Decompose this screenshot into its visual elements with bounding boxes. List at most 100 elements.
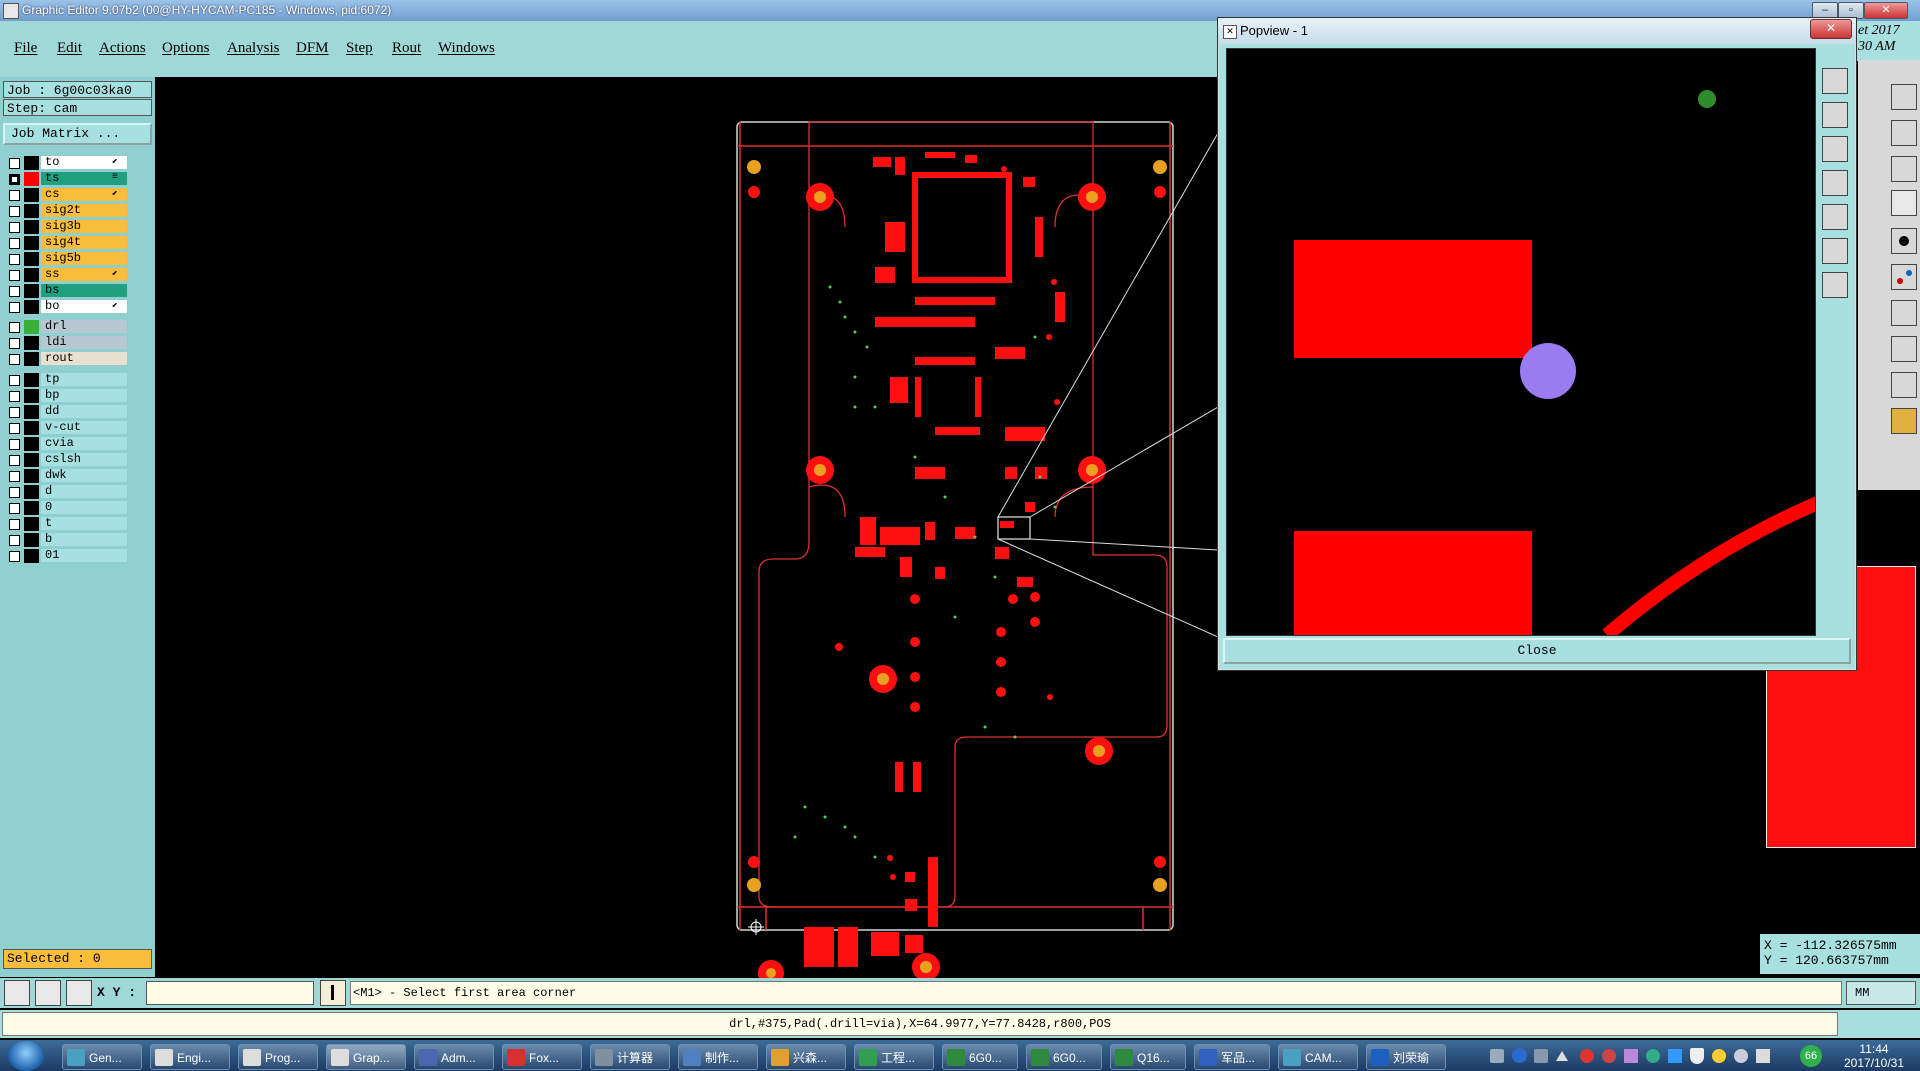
tool-connect-icon[interactable] <box>1891 264 1917 290</box>
menu-file[interactable]: File <box>14 40 37 57</box>
tray-settings-icon[interactable] <box>1534 1049 1548 1063</box>
layer-row[interactable]: d <box>6 485 127 499</box>
taskbar-item[interactable]: 6G0... <box>1026 1044 1102 1070</box>
tool-route-icon[interactable] <box>1891 300 1917 326</box>
layer-checkbox[interactable] <box>9 487 20 498</box>
taskbar-item[interactable]: 制作... <box>678 1044 758 1070</box>
layer-row[interactable]: bs <box>6 284 127 298</box>
menu-dfm[interactable]: DFM <box>296 40 329 57</box>
pv-tool-fit-icon[interactable] <box>1822 68 1848 94</box>
taskbar-item[interactable]: Q16... <box>1110 1044 1186 1070</box>
pv-tool-zoom-in-icon[interactable] <box>1822 102 1848 128</box>
layer-row[interactable]: b <box>6 533 127 547</box>
xy-input[interactable] <box>146 981 314 1005</box>
pv-tool-home-icon[interactable] <box>1822 238 1848 264</box>
layer-row[interactable]: sig3b <box>6 220 127 234</box>
layer-row[interactable]: 01 <box>6 549 127 563</box>
taskbar-item[interactable]: Prog... <box>238 1044 318 1070</box>
tray-volume-icon[interactable] <box>1756 1049 1770 1063</box>
layer-checkbox[interactable] <box>9 551 20 562</box>
layer-checkbox[interactable] <box>9 158 20 169</box>
tray-expand-icon[interactable] <box>1556 1049 1568 1061</box>
layer-row[interactable]: bo ⬋ <box>6 300 127 314</box>
layer-row[interactable]: v-cut <box>6 421 127 435</box>
layer-row[interactable]: drl <box>6 320 127 334</box>
layer-checkbox[interactable] <box>9 286 20 297</box>
status-tool-select-icon[interactable] <box>4 980 30 1006</box>
close-button[interactable]: ✕ <box>1864 2 1908 19</box>
layer-checkbox[interactable] <box>9 206 20 217</box>
layer-checkbox[interactable] <box>9 270 20 281</box>
taskbar-item[interactable]: 计算器 <box>590 1044 670 1070</box>
status-tool-snap-icon[interactable] <box>35 980 61 1006</box>
taskbar-item[interactable]: 兴森... <box>766 1044 846 1070</box>
layer-checkbox[interactable] <box>9 238 20 249</box>
layer-checkbox[interactable] <box>9 322 20 333</box>
job-matrix-button[interactable]: Job Matrix ... <box>3 123 152 145</box>
menu-analysis[interactable]: Analysis <box>227 40 280 57</box>
popview-close-icon[interactable]: ✕ <box>1810 19 1852 39</box>
layer-checkbox[interactable] <box>9 439 20 450</box>
tool-align-icon[interactable] <box>1891 120 1917 146</box>
taskbar-item[interactable]: Gen... <box>62 1044 142 1070</box>
menu-windows[interactable]: Windows <box>438 40 495 57</box>
tray-app5-icon[interactable] <box>1668 1049 1682 1063</box>
start-button[interactable] <box>8 1041 44 1071</box>
taskbar-item[interactable]: Adm... <box>414 1044 494 1070</box>
layer-row[interactable]: t <box>6 517 127 531</box>
taskbar-item[interactable]: 刘荣瑜 <box>1366 1044 1446 1070</box>
taskbar-item[interactable]: Engi... <box>150 1044 230 1070</box>
layer-row[interactable]: ts ≡ <box>6 172 127 186</box>
layer-row[interactable]: cs ⬋ <box>6 188 127 202</box>
menu-options[interactable]: Options <box>162 40 210 57</box>
tray-app2-icon[interactable] <box>1602 1049 1616 1063</box>
layer-row[interactable]: ss ⬋ <box>6 268 127 282</box>
taskbar-clock[interactable]: 11:44 2017/10/31 <box>1834 1042 1914 1070</box>
layer-row[interactable]: dd <box>6 405 127 419</box>
layer-row[interactable]: tp <box>6 373 127 387</box>
tray-app1-icon[interactable] <box>1580 1049 1594 1063</box>
tray-app4-icon[interactable] <box>1646 1049 1660 1063</box>
tool-help-icon[interactable] <box>1891 156 1917 182</box>
layer-checkbox[interactable] <box>9 423 20 434</box>
taskbar-item[interactable]: Fox... <box>502 1044 582 1070</box>
layer-row[interactable]: ldi <box>6 336 127 350</box>
tray-badge[interactable]: 66 <box>1800 1045 1822 1067</box>
layer-row[interactable]: sig5b <box>6 252 127 266</box>
tray-network-icon[interactable] <box>1734 1049 1748 1063</box>
menu-actions[interactable]: Actions <box>99 40 146 57</box>
layer-row[interactable]: to ⬋ <box>6 156 127 170</box>
taskbar-item[interactable]: Grap... <box>326 1044 406 1070</box>
layer-checkbox[interactable] <box>9 254 20 265</box>
layer-row[interactable]: cvia <box>6 437 127 451</box>
tool-layout-icon[interactable] <box>1891 84 1917 110</box>
layer-checkbox[interactable] <box>9 302 20 313</box>
graphics-canvas[interactable] <box>155 77 1218 978</box>
layer-checkbox[interactable] <box>9 535 20 546</box>
taskbar-item[interactable]: 工程... <box>854 1044 934 1070</box>
layer-checkbox[interactable] <box>9 407 20 418</box>
tool-arc-icon[interactable] <box>1891 372 1917 398</box>
layer-checkbox[interactable] <box>9 190 20 201</box>
layer-row[interactable]: dwk <box>6 469 127 483</box>
layer-row[interactable]: cslsh <box>6 453 127 467</box>
layer-checkbox[interactable] <box>9 338 20 349</box>
menu-rout[interactable]: Rout <box>392 40 421 57</box>
status-tool-grid-icon[interactable] <box>66 980 92 1006</box>
layer-checkbox[interactable] <box>9 222 20 233</box>
pv-tool-zoom-out-icon[interactable] <box>1822 136 1848 162</box>
tray-app3-icon[interactable] <box>1624 1049 1638 1063</box>
units-button[interactable]: MM <box>1846 981 1916 1005</box>
menu-edit[interactable]: Edit <box>57 40 82 57</box>
popview-window[interactable]: ✕ Popview - 1 ✕ Close <box>1217 17 1857 671</box>
popview-close-button[interactable]: Close <box>1223 638 1851 664</box>
layer-row[interactable]: sig2t <box>6 204 127 218</box>
pv-tool-pan-icon[interactable] <box>1822 170 1848 196</box>
layer-row[interactable]: sig4t <box>6 236 127 250</box>
tray-shield-icon[interactable] <box>1690 1048 1704 1064</box>
taskbar-item[interactable]: 6G0... <box>942 1044 1018 1070</box>
tray-app6-icon[interactable] <box>1712 1049 1726 1063</box>
layer-row[interactable]: 0 <box>6 501 127 515</box>
layer-checkbox[interactable] <box>9 455 20 466</box>
tool-pointer-icon[interactable] <box>1891 408 1917 434</box>
